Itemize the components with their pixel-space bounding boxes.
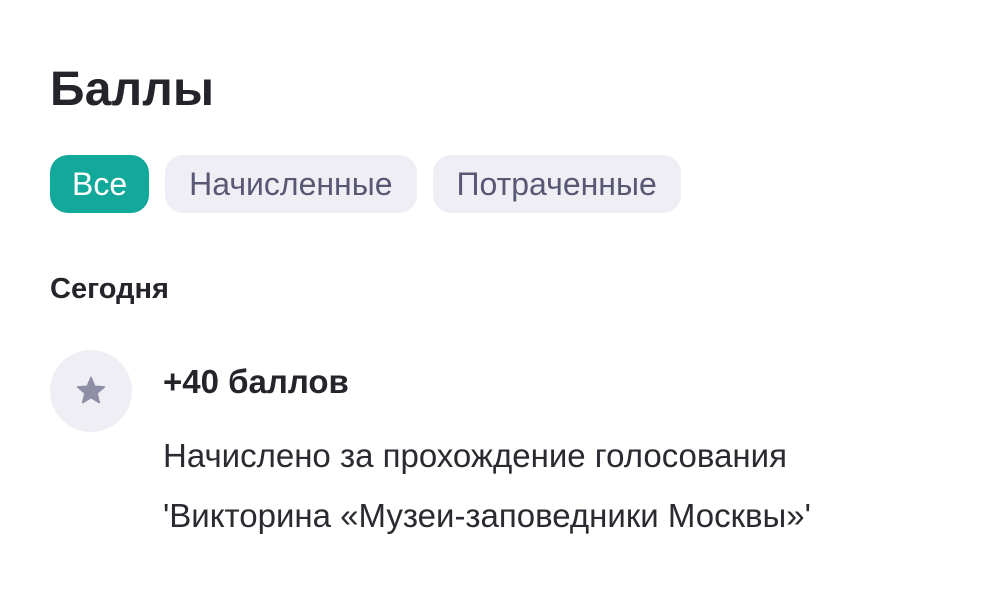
tab-all[interactable]: Все — [50, 155, 150, 213]
date-group-label: Сегодня — [50, 273, 169, 305]
star-icon — [76, 376, 106, 404]
page-title: Баллы — [50, 63, 215, 116]
points-amount: +40 баллов — [163, 363, 349, 400]
tab-earned[interactable]: Начисленные — [165, 155, 417, 213]
tab-spent[interactable]: Потраченные — [432, 155, 681, 213]
history-item-body: +40 баллов Начислено за прохождение голо… — [163, 362, 943, 546]
points-description: Начислено за прохождение голосования 'Ви… — [163, 437, 811, 534]
points-page: Баллы Все Начисленные Потраченные Сегодн… — [0, 0, 997, 600]
star-icon-badge — [50, 350, 132, 432]
filter-tabs: Все Начисленные Потраченные — [50, 155, 681, 213]
